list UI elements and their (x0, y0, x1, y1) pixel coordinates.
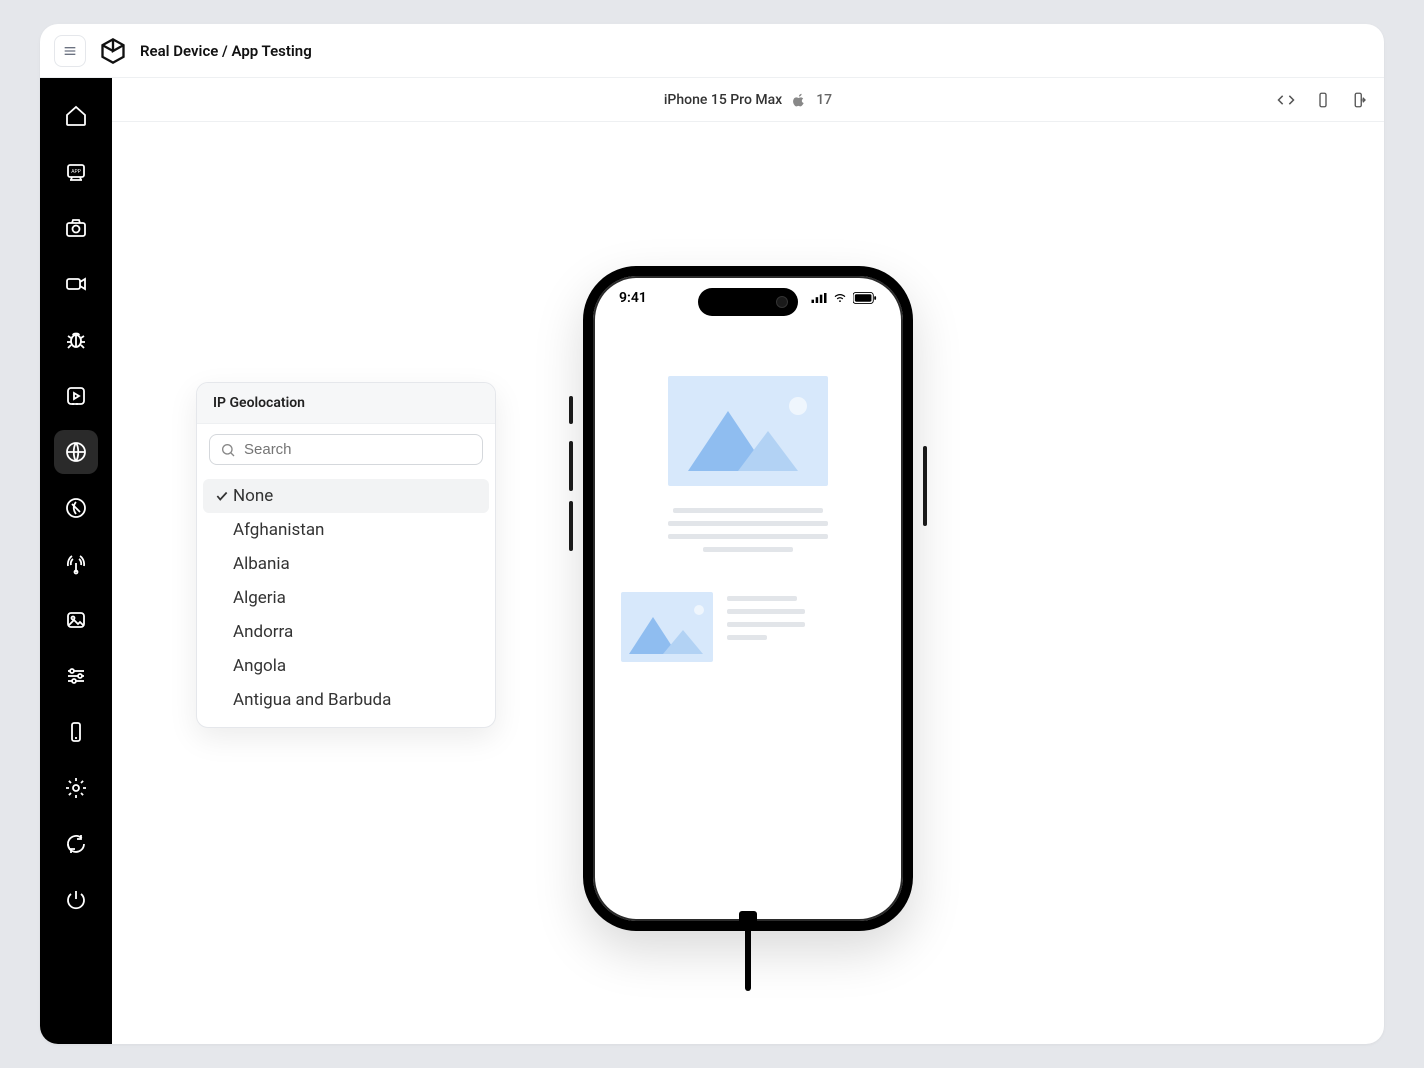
location-option[interactable]: Angola (203, 649, 489, 683)
location-list[interactable]: None Afghanistan Albania Algeria Andorra Ango… (197, 475, 495, 727)
camera-icon (64, 216, 88, 240)
page-title: Real Device / App Testing (140, 42, 312, 60)
wifi-icon (832, 292, 848, 304)
devtools-button[interactable] (1276, 90, 1296, 110)
device-cable (742, 911, 754, 991)
phone-power-button (923, 446, 927, 526)
phone-arrow-icon (1350, 91, 1368, 109)
battery-icon (853, 292, 877, 304)
location-option-label: Antigua and Barbuda (233, 690, 391, 710)
phone-volume-up (569, 441, 573, 491)
location-option[interactable]: Afghanistan (203, 513, 489, 547)
phone-mute-switch (569, 396, 573, 424)
app-content-placeholder (593, 366, 903, 921)
location-option[interactable]: Albania (203, 547, 489, 581)
toolbar: iPhone 15 Pro Max 17 (112, 78, 1384, 122)
location-option-label: Afghanistan (233, 520, 324, 540)
map-icon (64, 496, 88, 520)
sliders-icon (64, 664, 88, 688)
menu-button[interactable] (54, 35, 86, 67)
search-input[interactable] (244, 441, 472, 458)
os-version: 17 (816, 92, 832, 108)
location-option-label: Angola (233, 656, 286, 676)
device-name: iPhone 15 Pro Max (664, 92, 782, 108)
titlebar: Real Device / App Testing (40, 24, 1384, 78)
status-time: 9:41 (619, 290, 647, 306)
check-icon (211, 489, 233, 503)
popover-title: IP Geolocation (197, 383, 495, 424)
sidebar-bug[interactable] (54, 318, 98, 362)
code-icon (1276, 90, 1296, 110)
location-option-label: Algeria (233, 588, 286, 608)
status-bar: 9:41 (593, 290, 903, 306)
signal-icon (811, 293, 827, 303)
location-option[interactable]: Andorra (203, 615, 489, 649)
sidebar-refresh[interactable] (54, 822, 98, 866)
home-icon (64, 104, 88, 128)
play-icon (64, 384, 88, 408)
sidebar-map[interactable] (54, 486, 98, 530)
sidebar-settings[interactable] (54, 766, 98, 810)
bug-icon (64, 328, 88, 352)
placeholder-image (668, 376, 828, 486)
location-option[interactable]: None (203, 479, 489, 513)
sidebar-device[interactable] (54, 710, 98, 754)
location-option-label: None (233, 486, 273, 506)
device-screen[interactable]: 9:41 (583, 266, 913, 931)
device-icon (64, 720, 88, 744)
device-label: iPhone 15 Pro Max 17 (664, 92, 832, 108)
app-logo (98, 36, 128, 66)
location-option-label: Albania (233, 554, 290, 574)
search-field[interactable] (209, 434, 483, 465)
image-icon (64, 608, 88, 632)
placeholder-text (621, 508, 875, 552)
apple-icon (792, 93, 806, 107)
sidebar-image[interactable] (54, 598, 98, 642)
sidebar-home[interactable] (54, 94, 98, 138)
geolocation-popover: IP Geolocation None Afghanistan Albania Alg… (196, 382, 496, 728)
sidebar-power[interactable] (54, 878, 98, 922)
svg-text:APP: APP (71, 169, 81, 175)
video-icon (64, 272, 88, 296)
location-option[interactable]: Antigua and Barbuda (203, 683, 489, 717)
main: iPhone 15 Pro Max 17 (112, 78, 1384, 1044)
sidebar-network[interactable] (54, 542, 98, 586)
settings-icon (64, 776, 88, 800)
sidebar-record[interactable] (54, 262, 98, 306)
sidebar-app[interactable]: APP (54, 150, 98, 194)
refresh-icon (64, 832, 88, 856)
sidebar-screenshot[interactable] (54, 206, 98, 250)
search-icon (220, 442, 236, 458)
power-icon (64, 888, 88, 912)
phone-icon (1314, 91, 1332, 109)
location-option[interactable]: Algeria (203, 581, 489, 615)
placeholder-list-item (621, 592, 875, 662)
app-icon: APP (64, 160, 88, 184)
device-frame: 9:41 (583, 266, 913, 931)
globe-icon (64, 440, 88, 464)
install-button[interactable] (1350, 91, 1368, 109)
rotate-button[interactable] (1314, 91, 1332, 109)
sidebar-play[interactable] (54, 374, 98, 418)
phone-volume-down (569, 501, 573, 551)
location-option-label: Andorra (233, 622, 293, 642)
network-icon (64, 552, 88, 576)
hamburger-icon (62, 43, 78, 59)
sidebar-throttle[interactable] (54, 654, 98, 698)
sidebar-geolocation[interactable] (54, 430, 98, 474)
sidebar: APP (40, 78, 112, 1044)
app-window: Real Device / App Testing APP iPhone 15 … (40, 24, 1384, 1044)
